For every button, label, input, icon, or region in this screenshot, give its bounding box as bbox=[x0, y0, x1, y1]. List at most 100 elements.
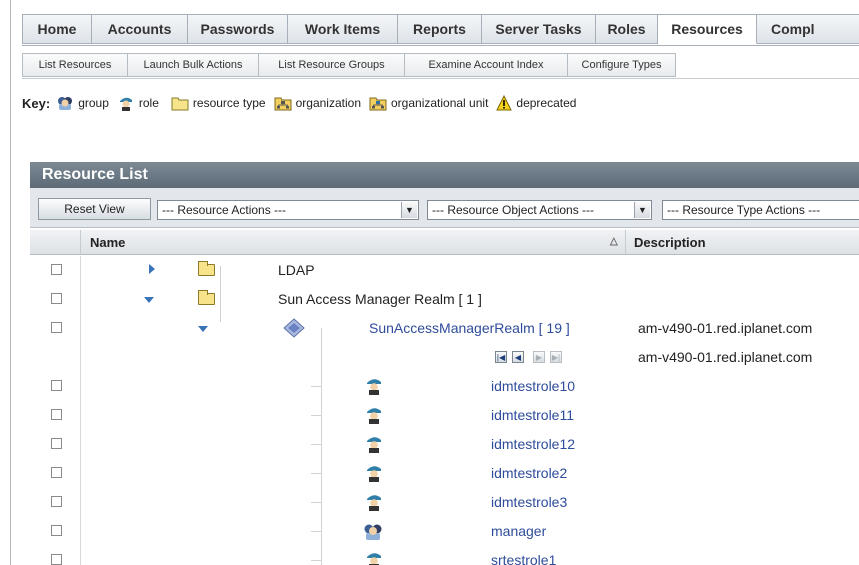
column-divider bbox=[80, 230, 81, 254]
tree-connector bbox=[311, 386, 321, 387]
role-icon bbox=[119, 97, 132, 111]
role-icon bbox=[367, 553, 381, 565]
row-description: am-v490-01.red.iplanet.com bbox=[638, 320, 813, 336]
subtab-list-resources[interactable]: List Resources bbox=[22, 53, 128, 77]
column-divider bbox=[80, 459, 81, 488]
app-frame: Home Accounts Passwords Work Items Repor… bbox=[0, 0, 859, 565]
collapse-arrow-icon[interactable] bbox=[144, 297, 154, 303]
resource-type-actions-value: --- Resource Type Actions --- bbox=[667, 203, 821, 217]
table-row[interactable]: idmtestrole12 bbox=[30, 430, 859, 459]
row-name-link[interactable]: idmtestrole12 bbox=[491, 436, 575, 452]
table-row[interactable]: LDAP bbox=[30, 256, 859, 285]
row-checkbox[interactable] bbox=[51, 409, 62, 420]
collapse-arrow-icon[interactable] bbox=[198, 326, 208, 332]
key-resource-type-label: resource type bbox=[192, 96, 266, 110]
subtab-configure-types[interactable]: Configure Types bbox=[568, 53, 676, 77]
tab-home[interactable]: Home bbox=[22, 14, 92, 44]
row-name-link[interactable]: manager bbox=[491, 523, 546, 539]
table-header: Name △ Description bbox=[30, 230, 859, 255]
tab-resources[interactable]: Resources bbox=[658, 14, 757, 44]
row-name-link[interactable]: idmtestrole2 bbox=[491, 465, 567, 481]
subtab-examine-account-index[interactable]: Examine Account Index bbox=[405, 53, 568, 77]
row-checkbox[interactable] bbox=[51, 496, 62, 507]
subtab-divider bbox=[22, 78, 859, 79]
folder-icon bbox=[198, 261, 215, 276]
row-checkbox[interactable] bbox=[51, 525, 62, 536]
row-name-link[interactable]: idmtestrole11 bbox=[491, 407, 574, 423]
pagination-row: |◀ ◀ ▶ ▶| am-v490-01.red.iplanet.com bbox=[30, 343, 859, 372]
tree-connector bbox=[311, 531, 321, 532]
next-page-icon[interactable]: ▶ bbox=[533, 351, 545, 363]
table-row[interactable]: Sun Access Manager Realm [ 1 ] bbox=[30, 285, 859, 314]
resource-actions-select[interactable]: --- Resource Actions --- ▼ bbox=[157, 200, 419, 220]
row-name-link[interactable]: idmtestrole3 bbox=[491, 494, 567, 510]
name-column-header[interactable]: Name bbox=[90, 235, 125, 250]
row-name[interactable]: LDAP bbox=[278, 262, 315, 278]
table-row[interactable]: idmtestrole10 bbox=[30, 372, 859, 401]
row-checkbox[interactable] bbox=[51, 554, 62, 565]
row-checkbox[interactable] bbox=[51, 322, 62, 333]
role-icon bbox=[367, 408, 381, 424]
key-role-label: role bbox=[138, 96, 159, 110]
organizational-unit-icon bbox=[369, 97, 387, 111]
group-icon bbox=[58, 97, 73, 110]
column-divider bbox=[80, 285, 81, 314]
role-icon bbox=[367, 495, 381, 511]
tab-work-items[interactable]: Work Items bbox=[288, 14, 398, 44]
first-page-icon[interactable]: |◀ bbox=[495, 351, 507, 363]
resource-object-actions-select[interactable]: --- Resource Object Actions --- ▼ bbox=[427, 200, 652, 220]
chevron-down-icon: ▼ bbox=[634, 202, 650, 218]
row-name-link[interactable]: idmtestrole10 bbox=[491, 378, 575, 394]
column-divider bbox=[80, 517, 81, 546]
warning-icon bbox=[496, 95, 513, 111]
expand-arrow-icon[interactable] bbox=[149, 264, 155, 274]
sort-ascending-icon[interactable]: △ bbox=[610, 236, 618, 247]
role-icon bbox=[367, 466, 381, 482]
group-icon bbox=[364, 524, 382, 540]
tree-connector bbox=[311, 415, 321, 416]
row-name-link[interactable]: SunAccessManagerRealm [ 19 ] bbox=[369, 320, 570, 336]
key-organizational-unit-label: organizational unit bbox=[391, 96, 489, 110]
tab-passwords[interactable]: Passwords bbox=[188, 14, 288, 44]
row-checkbox[interactable] bbox=[51, 467, 62, 478]
reset-view-button[interactable]: Reset View bbox=[38, 198, 151, 220]
last-page-icon[interactable]: ▶| bbox=[550, 351, 562, 363]
resource-type-actions-select[interactable]: --- Resource Type Actions --- bbox=[662, 200, 859, 220]
tab-server-tasks[interactable]: Server Tasks bbox=[482, 14, 596, 44]
table-row[interactable]: idmtestrole2 bbox=[30, 459, 859, 488]
key-label: Key: bbox=[22, 95, 51, 111]
column-divider bbox=[80, 430, 81, 459]
row-checkbox[interactable] bbox=[51, 264, 62, 275]
row-checkbox[interactable] bbox=[51, 293, 62, 304]
subtab-launch-bulk-actions[interactable]: Launch Bulk Actions bbox=[128, 53, 259, 77]
chevron-down-icon: ▼ bbox=[401, 202, 417, 218]
previous-page-icon[interactable]: ◀ bbox=[512, 351, 524, 363]
tab-accounts[interactable]: Accounts bbox=[92, 14, 188, 44]
table-row[interactable]: SunAccessManagerRealm [ 19 ] am-v490-01.… bbox=[30, 314, 859, 343]
table-row[interactable]: manager bbox=[30, 517, 859, 546]
column-divider bbox=[625, 230, 626, 254]
tab-roles[interactable]: Roles bbox=[596, 14, 658, 44]
resource-realm-icon bbox=[283, 318, 305, 338]
subtab-list-resource-groups[interactable]: List Resource Groups bbox=[259, 53, 405, 77]
description-column-header[interactable]: Description bbox=[634, 235, 706, 250]
table-row[interactable]: idmtestrole3 bbox=[30, 488, 859, 517]
tab-compliance[interactable]: Compl bbox=[757, 14, 859, 44]
table-row[interactable]: srtestrole1 bbox=[30, 546, 859, 565]
folder-icon bbox=[198, 290, 215, 305]
resource-object-actions-value: --- Resource Object Actions --- bbox=[432, 203, 595, 217]
organization-icon bbox=[274, 97, 292, 111]
tree-connector bbox=[311, 502, 321, 503]
table-row[interactable]: idmtestrole11 bbox=[30, 401, 859, 430]
row-name[interactable]: Sun Access Manager Realm [ 1 ] bbox=[278, 291, 482, 307]
row-name-link[interactable]: srtestrole1 bbox=[491, 552, 556, 565]
row-checkbox[interactable] bbox=[51, 380, 62, 391]
tab-reports[interactable]: Reports bbox=[398, 14, 482, 44]
sub-tab-bar: List Resources Launch Bulk Actions List … bbox=[22, 53, 676, 79]
resource-tree-table: LDAP Sun Access Manager Realm [ 1 ] SunA… bbox=[30, 256, 859, 565]
key-deprecated-label: deprecated bbox=[516, 96, 577, 110]
tree-connector bbox=[311, 560, 321, 561]
row-checkbox[interactable] bbox=[51, 438, 62, 449]
role-icon bbox=[367, 437, 381, 453]
column-divider bbox=[80, 546, 81, 565]
